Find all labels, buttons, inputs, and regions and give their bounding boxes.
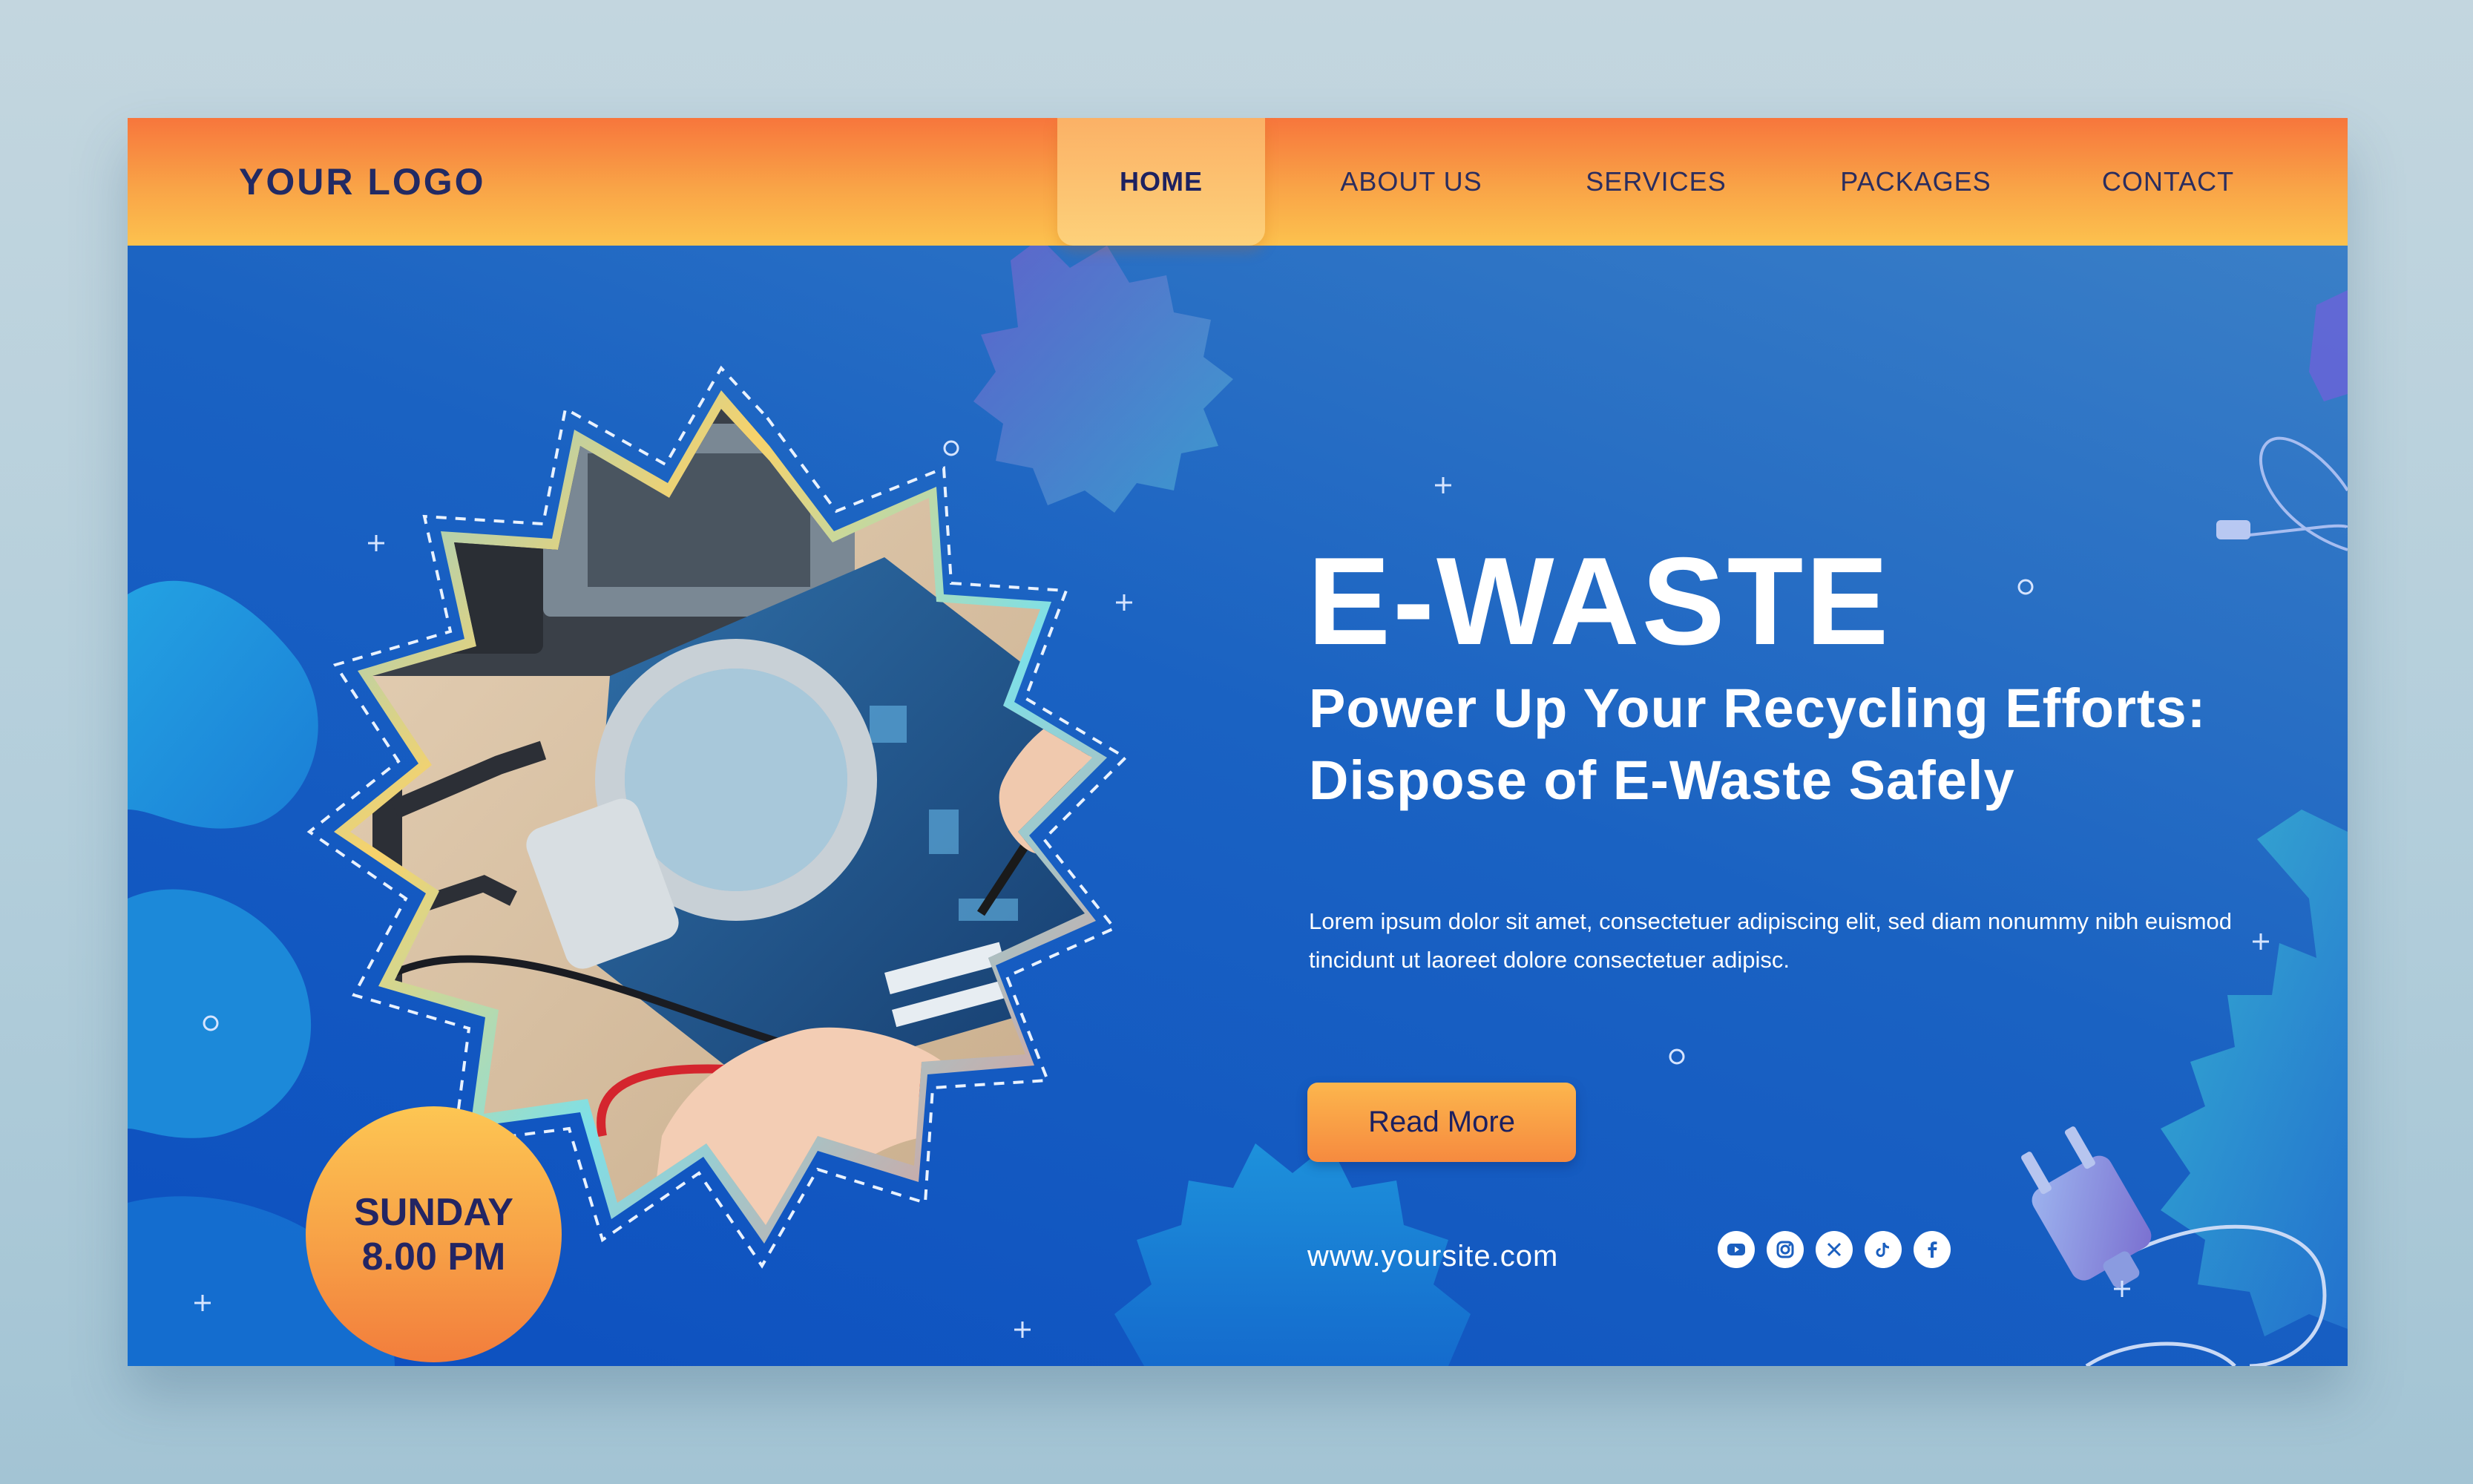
hero-description: Lorem ipsum dolor sit amet, consectetuer… bbox=[1309, 908, 2233, 973]
youtube-icon[interactable] bbox=[1718, 1231, 1755, 1268]
website-url[interactable]: www.yoursite.com bbox=[1307, 1240, 1558, 1273]
tiktok-icon[interactable] bbox=[1865, 1231, 1902, 1268]
cable-line-bottom-2 bbox=[2085, 1342, 2236, 1366]
gear-shape-right-small bbox=[2309, 290, 2348, 401]
nav-item-services[interactable]: SERVICES bbox=[1560, 118, 1753, 246]
plug-icon bbox=[2021, 1126, 2152, 1288]
social-links bbox=[1718, 1231, 1951, 1268]
event-badge: SUNDAY 8.00 PM bbox=[306, 1106, 562, 1362]
facebook-icon[interactable] bbox=[1914, 1231, 1951, 1268]
badge-day: SUNDAY bbox=[354, 1190, 513, 1234]
connector-shape bbox=[2216, 520, 2250, 539]
read-more-button[interactable]: Read More bbox=[1307, 1083, 1576, 1162]
cable-line-top-2 bbox=[2249, 524, 2348, 536]
hero-subtitle: Power Up Your Recycling Efforts: Dispose… bbox=[1309, 677, 2207, 811]
nav-item-contact[interactable]: CONTACT bbox=[2064, 118, 2272, 246]
site-logo[interactable]: YOUR LOGO bbox=[239, 118, 486, 246]
x-icon[interactable] bbox=[1816, 1231, 1853, 1268]
hero-title: E-WASTE bbox=[1307, 531, 1891, 671]
instagram-icon[interactable] bbox=[1767, 1231, 1804, 1268]
top-navigation: YOUR LOGO HOME ABOUT US SERVICES PACKAGE… bbox=[128, 118, 2348, 246]
landing-page: SUNDAY 8.00 PM E-WASTE Power Up Your Rec… bbox=[128, 118, 2348, 1366]
nav-item-home[interactable]: HOME bbox=[1057, 118, 1265, 246]
nav-item-packages[interactable]: PACKAGES bbox=[1812, 118, 2020, 246]
gear-shape-right bbox=[2161, 810, 2348, 1336]
badge-time: 8.00 PM bbox=[361, 1235, 506, 1278]
hero-section: SUNDAY 8.00 PM E-WASTE Power Up Your Rec… bbox=[128, 246, 2348, 1366]
nav-item-about-us[interactable]: ABOUT US bbox=[1300, 118, 1523, 246]
